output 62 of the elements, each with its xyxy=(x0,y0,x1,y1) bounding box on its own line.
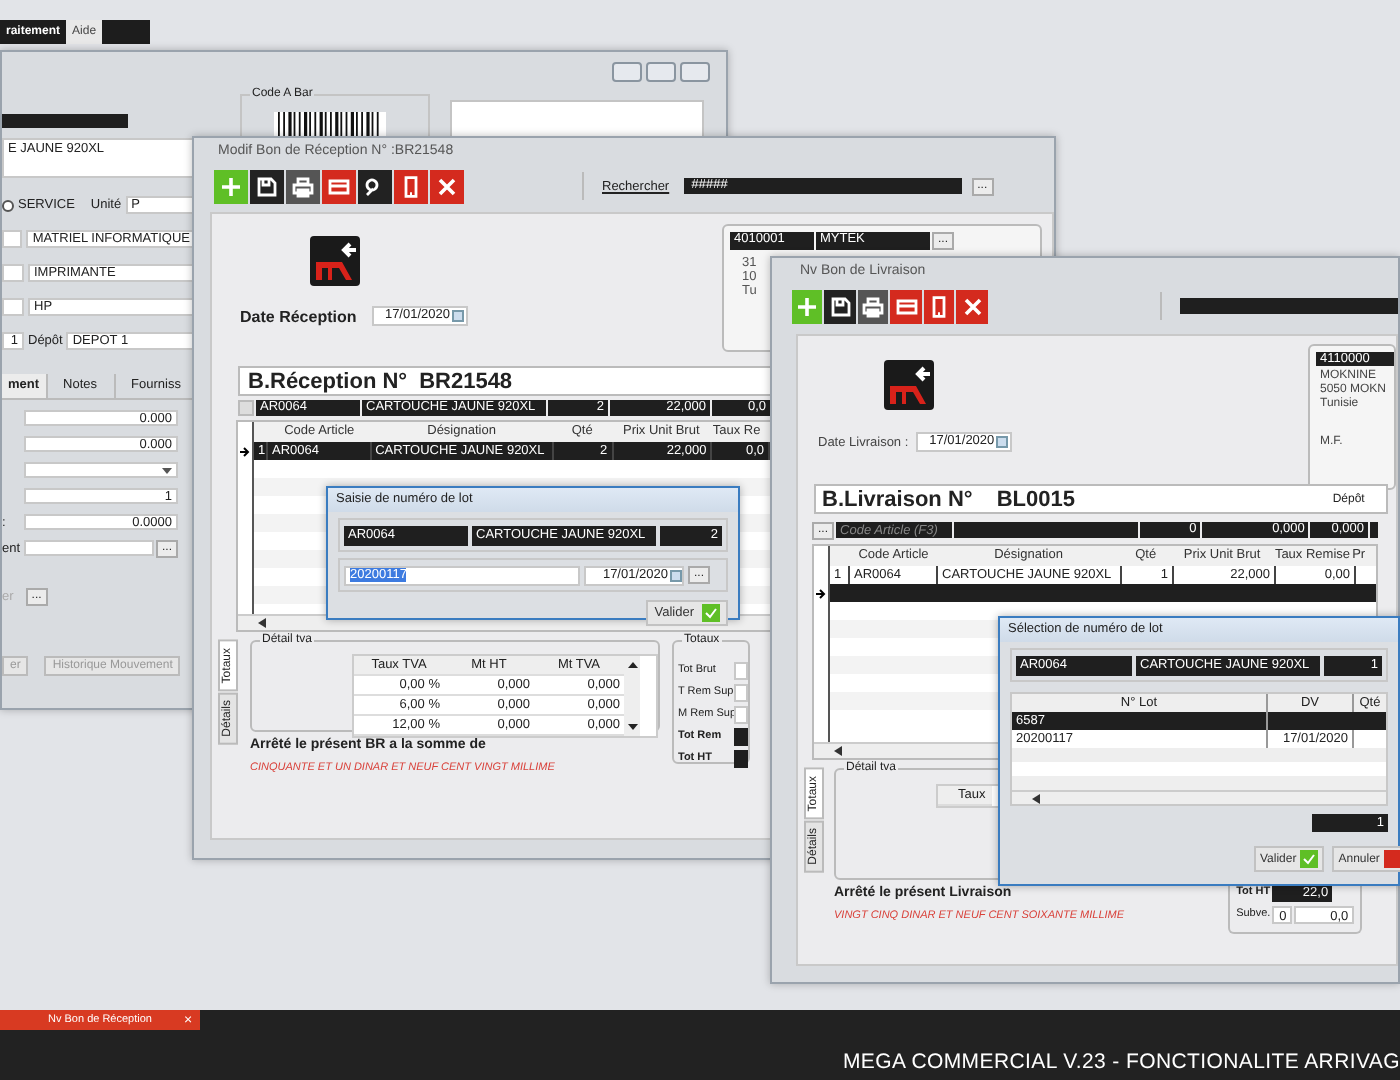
row-header xyxy=(238,400,254,416)
radio-button[interactable] xyxy=(2,199,14,211)
vertical-scrollbar[interactable] xyxy=(624,656,640,736)
close-button[interactable] xyxy=(680,61,710,81)
minimize-button[interactable] xyxy=(612,61,642,81)
input-field[interactable] xyxy=(2,298,24,316)
maximize-button[interactable] xyxy=(646,61,676,81)
close-icon xyxy=(961,295,984,317)
plus-icon xyxy=(796,295,819,317)
input-field[interactable] xyxy=(2,264,24,282)
scroll-left-icon xyxy=(1032,793,1040,804)
entry-field[interactable] xyxy=(1370,522,1378,538)
arrow-logo-icon xyxy=(884,360,934,410)
close-button[interactable] xyxy=(956,289,988,323)
print-button[interactable] xyxy=(286,169,320,203)
calendar-icon xyxy=(996,436,1009,448)
dropdown[interactable] xyxy=(24,462,178,478)
input-field[interactable] xyxy=(24,540,154,556)
save-button[interactable] xyxy=(250,169,284,203)
check-icon xyxy=(702,604,720,622)
input-field[interactable] xyxy=(2,114,128,128)
scroll-up-icon xyxy=(627,662,637,668)
heading-label: B.Réception N° xyxy=(248,369,408,393)
heading-label: B.Livraison N° xyxy=(822,487,973,511)
app-title: MEGA COMMERCIAL V.23 - FONCTIONALITE ARRIVAG xyxy=(842,1050,1400,1074)
card-icon xyxy=(895,295,918,317)
close-button[interactable] xyxy=(430,169,464,203)
row-pointer-icon xyxy=(239,445,251,457)
search-field[interactable] xyxy=(1179,298,1398,314)
entry-field[interactable] xyxy=(954,522,1138,538)
save-button[interactable] xyxy=(824,289,856,323)
caret-icon xyxy=(162,467,172,473)
row-selector xyxy=(814,546,830,566)
scroll-left-icon xyxy=(258,618,266,628)
row-selector xyxy=(238,422,254,442)
search-button[interactable] xyxy=(358,169,392,203)
card-icon xyxy=(328,175,350,197)
phone-icon xyxy=(928,295,951,317)
calendar-icon xyxy=(452,310,464,322)
save-icon xyxy=(256,175,278,197)
document-number: BL0015 xyxy=(996,487,1077,511)
input-field[interactable] xyxy=(2,230,23,248)
cancel-icon xyxy=(1383,850,1400,868)
table-row[interactable] xyxy=(814,584,1376,602)
row-pointer-icon xyxy=(815,587,827,599)
printer-icon xyxy=(292,175,314,197)
document-number: BR21548 xyxy=(419,369,513,393)
print-button[interactable] xyxy=(857,289,889,323)
close-icon xyxy=(436,175,458,197)
plus-icon xyxy=(220,175,242,197)
calendar-icon xyxy=(670,569,682,581)
card-button[interactable] xyxy=(890,289,922,323)
printer-icon xyxy=(862,295,885,317)
phone-button[interactable] xyxy=(394,169,428,203)
check-icon xyxy=(1300,850,1319,868)
scroll-down-icon xyxy=(627,724,637,730)
scroll-left-icon xyxy=(834,746,842,756)
card-button[interactable] xyxy=(322,169,356,203)
phone-icon xyxy=(400,175,422,197)
phone-button[interactable] xyxy=(923,289,955,323)
arrow-logo-icon xyxy=(310,236,360,286)
save-icon xyxy=(829,295,852,317)
